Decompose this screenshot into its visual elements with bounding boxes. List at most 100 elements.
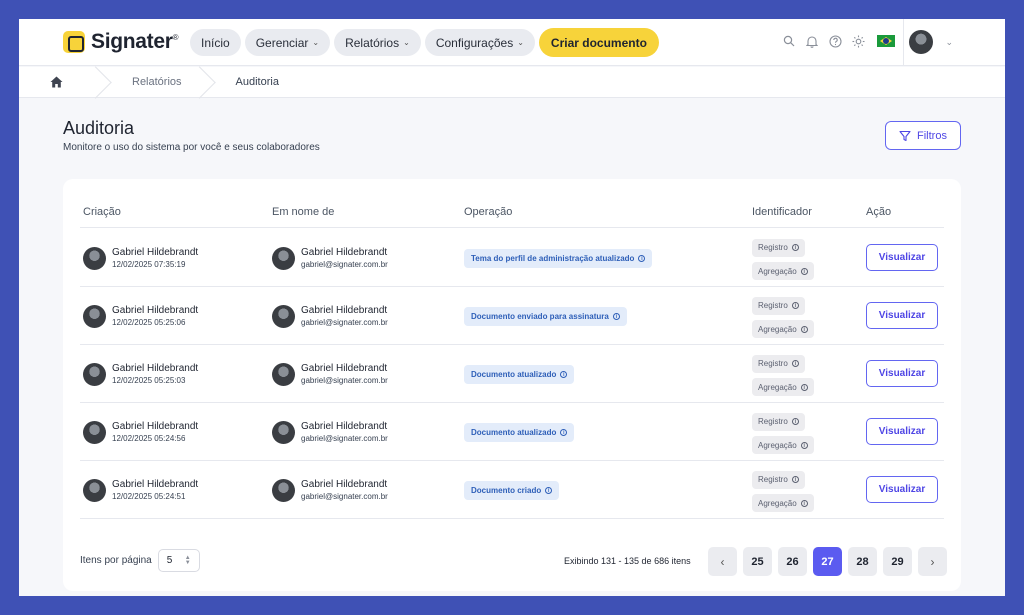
created-at: 12/02/2025 05:24:51 (112, 491, 186, 501)
page-26-button[interactable]: 26 (778, 547, 807, 576)
column-header-identificador: Identificador (752, 206, 812, 218)
operation-badge[interactable]: Documento criado i (464, 481, 560, 500)
identifier-badges: Registro i Agregação i (752, 295, 814, 342)
agregacao-badge[interactable]: Agregação i (752, 262, 814, 280)
previous-page-button[interactable]: ‹ (708, 547, 737, 576)
operation-badge[interactable]: Tema do perfil de administração atualiza… (464, 249, 653, 268)
avatar (272, 420, 295, 444)
table-row: Gabriel Hildebrandt 12/02/2025 05:24:56 G… (80, 403, 944, 461)
help-icon[interactable] (828, 33, 842, 49)
on-behalf-name: Gabriel Hildebrandt (301, 362, 388, 374)
on-behalf-name: Gabriel Hildebrandt (301, 420, 388, 432)
identifier-badges: Registro i Agregação i (752, 411, 814, 458)
breadcrumb: Relatórios Auditoria (19, 67, 1005, 98)
on-behalf-email: gabriel@signater.com.br (301, 491, 388, 501)
view-button[interactable]: Visualizar (866, 244, 938, 271)
column-header-em-nome-de: Em nome de (272, 206, 335, 218)
brazil-flag-icon[interactable] (877, 35, 895, 47)
bell-icon[interactable] (805, 33, 819, 49)
table-row: Gabriel Hildebrandt 12/02/2025 05:25:06 G… (80, 287, 944, 345)
registro-badge[interactable]: Registro i (752, 470, 805, 489)
operation-badge[interactable]: Documento atualizado i (464, 423, 575, 442)
view-button[interactable]: Visualizar (866, 418, 938, 445)
registro-badge[interactable]: Registro i (752, 296, 805, 315)
breadcrumb-separator (92, 67, 106, 98)
agregacao-badge[interactable]: Agregação i (752, 436, 814, 454)
search-icon[interactable] (782, 33, 796, 49)
filters-button[interactable]: Filtros (885, 121, 961, 150)
column-header-criacao: Criação (83, 206, 121, 218)
on-behalf-email: gabriel@signater.com.br (301, 259, 388, 269)
chevron-down-icon: ⌄ (945, 36, 953, 47)
on-behalf-name: Gabriel Hildebrandt (301, 304, 388, 316)
on-behalf-name: Gabriel Hildebrandt (301, 246, 388, 258)
items-per-page-select[interactable]: 5 ▲ ▼ (157, 549, 200, 572)
operation-badge[interactable]: Documento atualizado i (464, 365, 575, 384)
showing-items-text: Exibindo 131 - 135 de 686 itens (564, 556, 691, 566)
topbar-icons (782, 33, 895, 49)
page-25-button[interactable]: 25 (743, 547, 772, 576)
chevron-down-icon: ⌄ (312, 38, 320, 47)
avatar (83, 304, 106, 328)
on-behalf-name: Gabriel Hildebrandt (301, 478, 388, 490)
avatar (83, 478, 106, 502)
info-icon: i (791, 360, 799, 367)
user-menu[interactable]: ⌄ (909, 30, 953, 54)
view-button[interactable]: Visualizar (866, 476, 938, 503)
agregacao-badge[interactable]: Agregação i (752, 494, 814, 512)
page-subtitle: Monitore o uso do sistema por você e seu… (63, 142, 320, 153)
view-button[interactable]: Visualizar (866, 360, 938, 387)
creator-name: Gabriel Hildebrandt (112, 246, 199, 258)
created-at: 12/02/2025 05:25:06 (112, 317, 186, 327)
page-29-button[interactable]: 29 (883, 547, 912, 576)
registro-badge[interactable]: Registro i (752, 412, 805, 431)
next-page-button[interactable]: › (918, 547, 947, 576)
avatar (272, 362, 295, 386)
on-behalf-cell: Gabriel Hildebrandt gabriel@signater.com.… (272, 287, 388, 345)
page-28-button[interactable]: 28 (848, 547, 877, 576)
info-icon: i (560, 371, 568, 378)
items-per-page: Itens por página 5 ▲ ▼ (80, 549, 200, 572)
nav-configuracoes[interactable]: Configurações ⌄ (424, 29, 535, 56)
view-button[interactable]: Visualizar (866, 302, 938, 329)
chevron-left-icon: ‹ (720, 554, 725, 569)
info-icon: i (638, 255, 646, 262)
create-document-button[interactable]: Criar documento (538, 28, 659, 57)
identifier-badges: Registro i Agregação i (752, 469, 814, 516)
brand-name: Signater (91, 30, 173, 53)
operation-badge[interactable]: Documento enviado para assinatura i (464, 307, 627, 326)
creator-cell: Gabriel Hildebrandt 12/02/2025 07:35:19 (83, 229, 198, 287)
info-icon: i (800, 499, 808, 507)
on-behalf-email: gabriel@signater.com.br (301, 317, 388, 327)
table-row: Gabriel Hildebrandt 12/02/2025 07:35:19 G… (80, 229, 944, 287)
nav-relatorios[interactable]: Relatórios ⌄ (334, 29, 421, 56)
creator-name: Gabriel Hildebrandt (112, 420, 199, 432)
info-icon: i (800, 383, 808, 391)
on-behalf-cell: Gabriel Hildebrandt gabriel@signater.com.… (272, 229, 388, 287)
avatar (272, 304, 295, 328)
info-icon: i (791, 244, 799, 251)
creator-cell: Gabriel Hildebrandt 12/02/2025 05:25:03 (83, 345, 198, 403)
info-icon: i (800, 325, 808, 333)
registro-badge[interactable]: Registro i (752, 354, 805, 373)
identifier-badges: Registro i Agregação i (752, 353, 814, 400)
on-behalf-email: gabriel@signater.com.br (301, 375, 388, 385)
sun-icon[interactable] (851, 33, 865, 49)
avatar (272, 478, 295, 502)
info-icon: i (560, 429, 568, 436)
agregacao-badge[interactable]: Agregação i (752, 320, 814, 338)
agregacao-badge[interactable]: Agregação i (752, 378, 814, 396)
main-nav: Início Gerenciar ⌄ Relatórios ⌄ Configuraç… (190, 28, 659, 57)
nav-gerenciar[interactable]: Gerenciar ⌄ (244, 29, 331, 56)
info-icon: i (791, 418, 799, 425)
page-27-button[interactable]: 27 (813, 547, 842, 576)
creator-cell: Gabriel Hildebrandt 12/02/2025 05:24:56 (83, 403, 198, 461)
registro-badge[interactable]: Registro i (752, 238, 805, 257)
page-title: Auditoria (63, 118, 135, 138)
table-row: Gabriel Hildebrandt 12/02/2025 05:25:03 G… (80, 345, 944, 403)
chevron-right-icon: › (930, 554, 935, 569)
brand-logo[interactable]: Signater® (63, 30, 179, 54)
nav-inicio[interactable]: Início (190, 29, 241, 56)
column-header-operacao: Operação (464, 206, 513, 218)
breadcrumb-item-auditoria: Auditoria (235, 76, 279, 88)
